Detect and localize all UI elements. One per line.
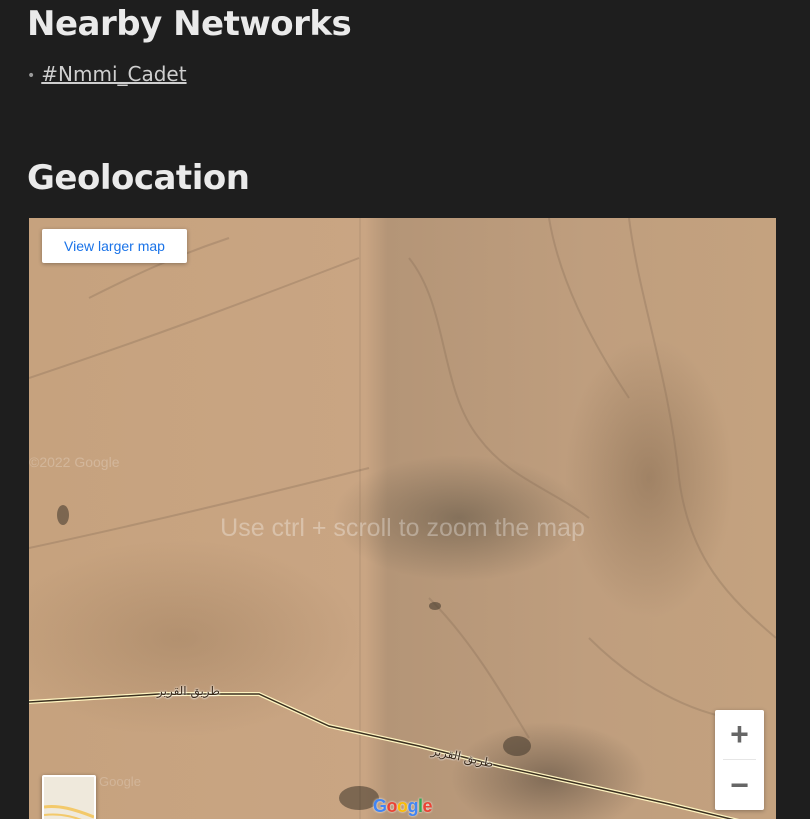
google-logo-letter: o [397,796,408,816]
google-logo-letter: e [422,796,433,816]
scroll-zoom-hint: Use ctrl + scroll to zoom the map [220,514,585,542]
map-view[interactable]: ©2022 Google Google Use ctrl + scroll to… [29,218,776,819]
google-logo-letter: G [373,796,387,816]
zoom-in-button[interactable]: + [715,710,764,759]
map-layer-toggle[interactable] [42,775,96,819]
google-watermark-ghost: Google [99,774,141,789]
map-copyright-ghost: ©2022 Google [29,454,120,470]
network-link[interactable]: #Nmmi_Cadet [41,62,186,86]
map-layer-thumbnail-icon [44,805,94,819]
road-label: طريق القرير [157,684,220,698]
geolocation-heading: Geolocation [27,158,250,198]
google-logo: Google [373,796,433,817]
zoom-divider [723,759,756,760]
zoom-out-button[interactable]: − [715,761,764,810]
google-logo-letter: g [407,796,419,816]
nearby-networks-heading: Nearby Networks [27,4,352,44]
google-logo-letter: o [386,796,398,816]
zoom-controls: + − [715,710,764,810]
view-larger-map-button[interactable]: View larger map [42,229,187,263]
nearby-networks-list: • #Nmmi_Cadet [27,62,187,86]
list-bullet: • [27,67,36,84]
